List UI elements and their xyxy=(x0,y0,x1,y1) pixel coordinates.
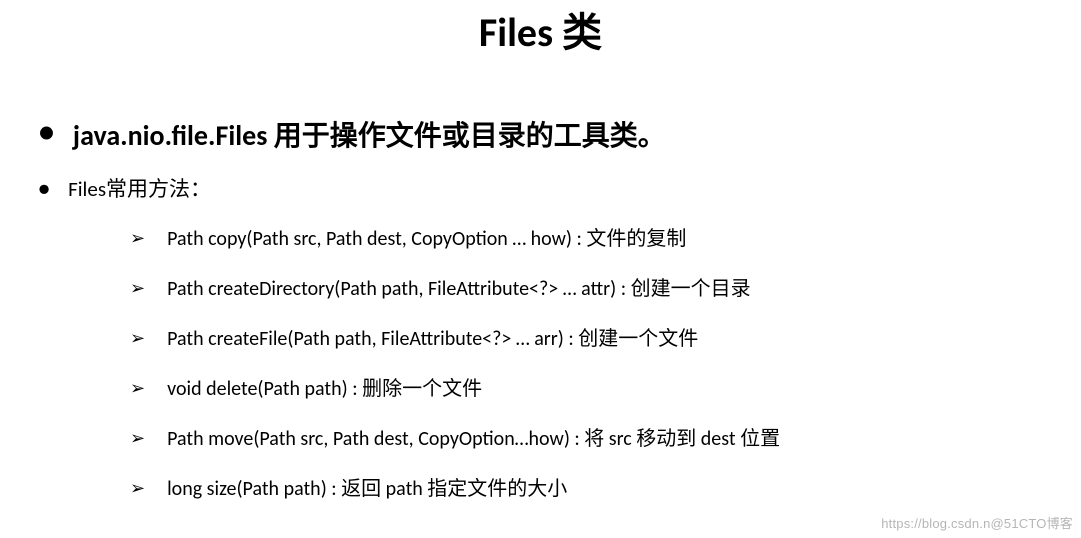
method-text: Path createFile(Path path, FileAttribute… xyxy=(167,326,698,352)
method-text: Path copy(Path src, Path dest, CopyOptio… xyxy=(167,226,686,252)
arrow-icon: ➢ xyxy=(130,476,145,501)
list-item: ➢ Path createDirectory(Path path, FileAt… xyxy=(130,276,1081,302)
page-title: Files 类 xyxy=(0,0,1081,58)
class-desc: 用于操作文件或目录的工具类。 xyxy=(267,118,665,153)
method-list: ➢ Path copy(Path src, Path dest, CopyOpt… xyxy=(38,226,1081,502)
content-area: ● java.nio.file.Files 用于操作文件或目录的工具类。 ● F… xyxy=(0,118,1081,502)
method-text: void delete(Path path) : 删除一个文件 xyxy=(167,376,482,402)
arrow-icon: ➢ xyxy=(130,376,145,401)
method-text: Path move(Path src, Path dest, CopyOptio… xyxy=(167,426,780,452)
method-text: long size(Path path) : 返回 path 指定文件的大小 xyxy=(167,476,567,502)
list-item: ➢ long size(Path path) : 返回 path 指定文件的大小 xyxy=(130,476,1081,502)
list-item: ➢ Path createFile(Path path, FileAttribu… xyxy=(130,326,1081,352)
arrow-icon: ➢ xyxy=(130,326,145,351)
arrow-icon: ➢ xyxy=(130,276,145,301)
list-item: ➢ void delete(Path path) : 删除一个文件 xyxy=(130,376,1081,402)
class-name: java.nio.file.Files xyxy=(73,118,267,153)
list-item: ➢ Path move(Path src, Path dest, CopyOpt… xyxy=(130,426,1081,452)
arrow-icon: ➢ xyxy=(130,226,145,251)
list-item: ➢ Path copy(Path src, Path dest, CopyOpt… xyxy=(130,226,1081,252)
bullet-text: java.nio.file.Files 用于操作文件或目录的工具类。 xyxy=(73,118,666,154)
method-text: Path createDirectory(Path path, FileAttr… xyxy=(167,276,751,302)
watermark-text: https://blog.csdn.n@51CTO博客 xyxy=(881,513,1073,532)
bullet-dot-icon: ● xyxy=(38,176,50,202)
arrow-icon: ➢ xyxy=(130,426,145,451)
bullet-dot-icon: ● xyxy=(38,118,55,146)
bullet-text: Files常用方法： xyxy=(68,176,211,203)
bullet-item: ● Files常用方法： xyxy=(38,176,1081,203)
bullet-item: ● java.nio.file.Files 用于操作文件或目录的工具类。 xyxy=(38,118,1081,154)
